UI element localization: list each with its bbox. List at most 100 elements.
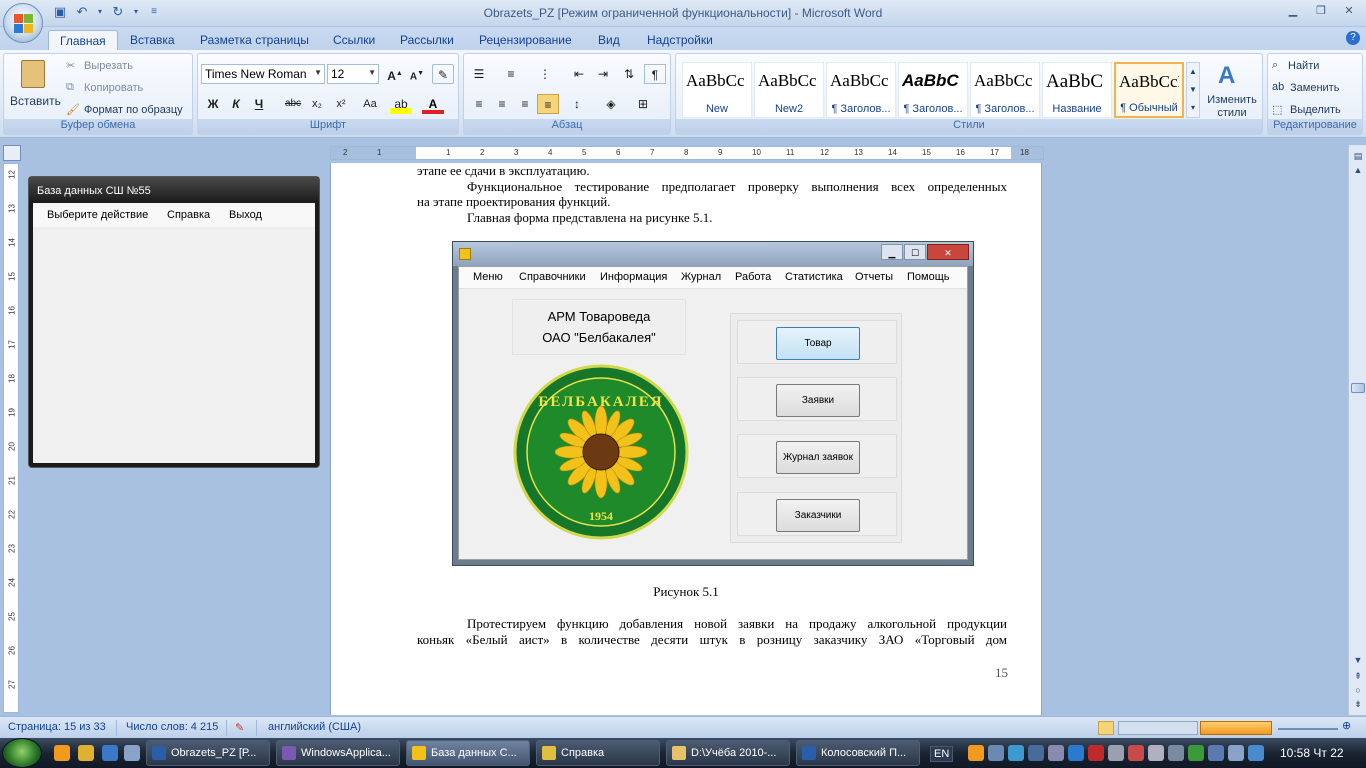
format-painter-button[interactable]: 🖌 Формат по образцу	[64, 102, 192, 120]
strikethrough-button[interactable]: abc	[282, 94, 304, 114]
ruler-toggle-icon[interactable]: ▤	[1351, 149, 1365, 163]
database-window-titlebar[interactable]: База данных СШ №55	[29, 177, 319, 203]
zoom-in-icon[interactable]: ⊕	[1342, 719, 1351, 732]
find-button[interactable]: ⌕ Найти	[1272, 58, 1360, 76]
multilevel-list-icon[interactable]: ⋮	[534, 64, 556, 84]
bold-button[interactable]: Ж	[202, 94, 224, 114]
scroll-thumb[interactable]	[1351, 383, 1365, 393]
document-page[interactable]: этапе ее сдачи в эксплуатацию. Функциона…	[330, 163, 1042, 715]
shading-icon[interactable]: ◈	[600, 94, 622, 114]
quicklaunch-icon[interactable]	[78, 745, 94, 761]
tray-icon[interactable]	[1188, 745, 1204, 761]
align-center-icon[interactable]: ≡	[491, 94, 513, 114]
copy-button[interactable]: ⧉ Копировать	[64, 80, 184, 98]
cut-button[interactable]: ✂ Вырезать	[64, 58, 184, 76]
tray-icon[interactable]	[1028, 745, 1044, 761]
style-heading-3[interactable]: AaBbCc ¶ Заголов...	[970, 62, 1040, 118]
quicklaunch-icon[interactable]	[124, 745, 140, 761]
proofing-icon[interactable]: ✎	[235, 721, 244, 734]
italic-button[interactable]: К	[225, 94, 247, 114]
style-heading-2[interactable]: AaBbC ¶ Заголов...	[898, 62, 968, 118]
tab-view[interactable]: Вид	[587, 30, 631, 50]
next-page-icon[interactable]: ⇟	[1351, 697, 1365, 711]
task-help[interactable]: Справка	[536, 740, 660, 766]
font-name-combo[interactable]: Times New Roman ▼	[201, 64, 325, 84]
tray-icon[interactable]	[988, 745, 1004, 761]
task-vs[interactable]: WindowsApplica...	[276, 740, 400, 766]
volume-icon[interactable]	[1248, 745, 1264, 761]
tab-review[interactable]: Рецензирование	[468, 30, 583, 50]
status-words[interactable]: Число слов: 4 215	[126, 721, 218, 733]
task-database[interactable]: База данных С...	[406, 740, 530, 766]
clear-format-icon[interactable]: ✎	[432, 64, 454, 84]
tray-icon[interactable]	[1068, 745, 1084, 761]
database-window[interactable]: База данных СШ №55 Выберите действие Спр…	[28, 176, 320, 468]
superscript-button[interactable]: x²	[330, 94, 352, 114]
underline-button[interactable]: Ч	[248, 94, 270, 114]
subscript-button[interactable]: x₂	[306, 94, 328, 114]
tray-icon[interactable]	[968, 745, 984, 761]
justify-icon[interactable]: ≡	[537, 94, 559, 114]
tray-icon[interactable]	[1088, 745, 1104, 761]
tab-addins[interactable]: Надстройки	[636, 30, 724, 50]
pilcrow-icon[interactable]: ¶	[644, 64, 666, 84]
vertical-scrollbar[interactable]: ▤ ▲ ▼ ⇞ ○ ⇟	[1348, 145, 1366, 715]
tab-home[interactable]: Главная	[48, 30, 118, 50]
decrease-indent-icon[interactable]: ⇤	[568, 64, 590, 84]
quicklaunch-icon[interactable]	[54, 745, 70, 761]
task-word[interactable]: Obrazets_PZ [Р...	[146, 740, 270, 766]
style-normal[interactable]: AaBbCcI ¶ Обычный	[1114, 62, 1184, 118]
office-button[interactable]	[3, 3, 43, 43]
tab-selector-button[interactable]	[3, 145, 21, 161]
bullets-icon[interactable]: ☰	[468, 64, 490, 84]
font-size-combo[interactable]: 12 ▼	[327, 64, 379, 84]
menu-choose-action[interactable]: Выберите действие	[47, 209, 148, 221]
paste-button[interactable]: Вставить	[8, 56, 61, 118]
browse-object-icon[interactable]: ○	[1351, 683, 1365, 697]
tray-icon[interactable]	[1148, 745, 1164, 761]
tab-mailings[interactable]: Рассылки	[389, 30, 465, 50]
status-language[interactable]: английский (США)	[268, 721, 361, 733]
print-layout-icon[interactable]	[1098, 721, 1114, 735]
task-word-2[interactable]: Колосовский П...	[796, 740, 920, 766]
tray-icon[interactable]	[1168, 745, 1184, 761]
tray-icon[interactable]	[1208, 745, 1224, 761]
tray-icon[interactable]	[1228, 745, 1244, 761]
horizontal-ruler[interactable]: 2 1 1 2 3 4 5 6 7 8 9 10 11 12 13 14 15 …	[330, 146, 1044, 160]
task-explorer[interactable]: D:\Учёба 2010-...	[666, 740, 790, 766]
grow-font-icon[interactable]: A▲	[384, 64, 406, 84]
vertical-ruler[interactable]: 12 13 14 15 16 17 18 19 20 21 22 23 24 2…	[3, 163, 19, 713]
tray-icon[interactable]	[1048, 745, 1064, 761]
menu-exit[interactable]: Выход	[229, 209, 262, 221]
tray-icon[interactable]	[1008, 745, 1024, 761]
zoom-slider[interactable]	[1278, 728, 1338, 730]
tab-insert[interactable]: Вставка	[119, 30, 186, 50]
select-button[interactable]: ⬚ Выделить	[1272, 102, 1360, 120]
shrink-font-icon[interactable]: A▼	[406, 64, 428, 84]
font-color-icon[interactable]: A	[422, 94, 444, 114]
highlight-icon[interactable]: ab	[390, 94, 412, 114]
scroll-up-icon[interactable]: ▲	[1351, 163, 1365, 177]
style-new2[interactable]: AaBbCc New2	[754, 62, 824, 118]
language-indicator[interactable]: EN	[930, 746, 954, 762]
minimize-icon[interactable]: ▁	[1280, 2, 1306, 20]
align-left-icon[interactable]: ≡	[468, 94, 490, 114]
change-case-button[interactable]: Aa	[356, 94, 384, 114]
change-styles-button[interactable]: A Изменить стили	[1204, 58, 1260, 120]
help-icon[interactable]: ?	[1346, 31, 1360, 45]
replace-button[interactable]: ab Заменить	[1272, 80, 1360, 98]
styles-scroll[interactable]: ▲ ▼ ▾	[1186, 62, 1200, 118]
align-right-icon[interactable]: ≡	[514, 94, 536, 114]
media-progress[interactable]	[1200, 721, 1272, 735]
clock[interactable]: 10:58 Чт 22	[1280, 746, 1344, 760]
status-page[interactable]: Страница: 15 из 33	[8, 721, 106, 733]
restore-icon[interactable]: ❐	[1308, 2, 1334, 20]
style-heading-1[interactable]: AaBbCc ¶ Заголов...	[826, 62, 896, 118]
borders-icon[interactable]: ⊞	[632, 94, 654, 114]
view-buttons[interactable]	[1118, 721, 1198, 735]
tab-references[interactable]: Ссылки	[322, 30, 386, 50]
numbering-icon[interactable]: ≡	[500, 64, 522, 84]
start-button[interactable]	[2, 738, 42, 768]
tab-page-layout[interactable]: Разметка страницы	[189, 30, 320, 50]
quicklaunch-icon[interactable]	[102, 745, 118, 761]
